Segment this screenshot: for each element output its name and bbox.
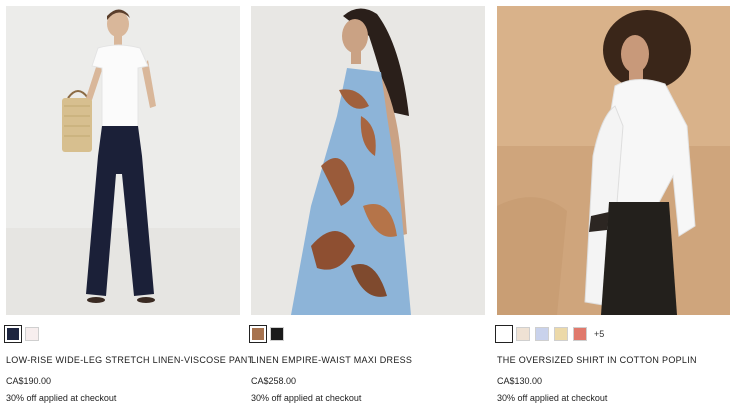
product-card[interactable]: LOW-RISE WIDE-LEG STRETCH LINEN-VISCOSE … — [4, 6, 253, 403]
promo-text: 30% off applied at checkout — [251, 393, 362, 403]
product-price: CA$190.00 — [6, 376, 52, 386]
promo-text: 30% off applied at checkout — [6, 393, 117, 403]
product-price: CA$130.00 — [497, 376, 543, 386]
promo-text: 30% off applied at checkout — [497, 393, 608, 403]
color-swatch-navy[interactable] — [4, 325, 22, 343]
color-swatch-black[interactable] — [270, 327, 284, 341]
product-name[interactable]: THE OVERSIZED SHIRT IN COTTON POPLIN — [497, 355, 730, 365]
color-swatch-tan[interactable] — [554, 327, 568, 341]
product-photo-dress — [251, 6, 485, 315]
color-swatch-light-blue[interactable] — [535, 327, 549, 341]
product-image[interactable] — [251, 6, 485, 315]
product-image[interactable] — [6, 6, 240, 315]
product-photo-shirt — [497, 6, 730, 315]
product-name[interactable]: LOW-RISE WIDE-LEG STRETCH LINEN-VISCOSE … — [6, 355, 253, 365]
color-swatch-beige-stripe[interactable] — [516, 327, 530, 341]
color-swatch-white[interactable] — [25, 327, 39, 341]
color-swatch-white[interactable] — [495, 325, 513, 343]
product-name[interactable]: LINEN EMPIRE-WAIST MAXI DRESS — [251, 355, 485, 365]
product-grid: LOW-RISE WIDE-LEG STRETCH LINEN-VISCOSE … — [0, 0, 730, 403]
color-swatch-floral-print[interactable] — [249, 325, 267, 343]
color-swatches — [4, 325, 240, 343]
product-card[interactable]: LINEN EMPIRE-WAIST MAXI DRESS CA$258.00 … — [249, 6, 485, 403]
product-image[interactable] — [497, 6, 730, 315]
product-price: CA$258.00 — [251, 376, 297, 386]
color-swatches — [249, 325, 485, 343]
product-photo-pant — [6, 6, 240, 315]
more-colors-link[interactable]: +5 — [594, 329, 604, 339]
product-card[interactable]: +5 THE OVERSIZED SHIRT IN COTTON POPLIN … — [495, 6, 730, 403]
color-swatch-red-stripe[interactable] — [573, 327, 587, 341]
color-swatches: +5 — [495, 325, 730, 343]
